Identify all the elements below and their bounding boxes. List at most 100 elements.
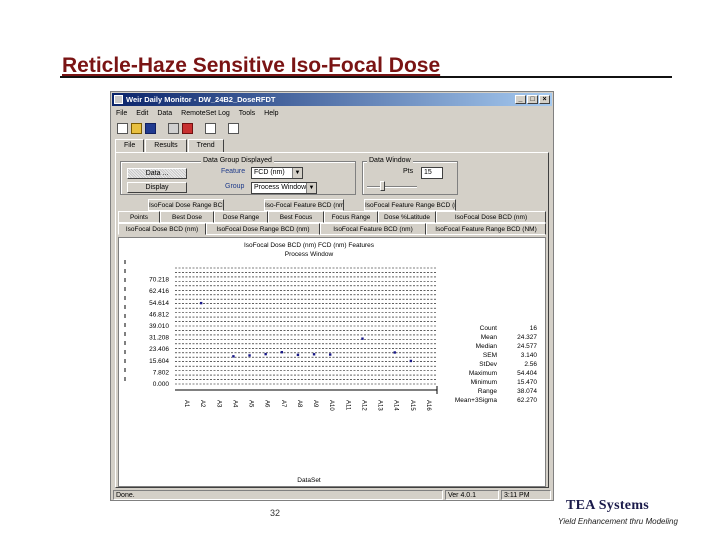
stat-value: 3.140: [521, 352, 538, 359]
data-point: [312, 353, 316, 356]
stat-value: 38.074: [517, 388, 537, 395]
stat-label: Mean+3Sigma: [455, 397, 497, 404]
cut-icon[interactable]: [205, 122, 216, 134]
feature-label: Feature: [221, 168, 246, 175]
x-tick-label: A6: [264, 400, 270, 408]
menu-tools[interactable]: Tools: [239, 108, 255, 119]
status-time: 3:11 PM: [501, 490, 551, 500]
stat-value: 15.470: [517, 379, 537, 386]
stat-value: 24.327: [517, 334, 537, 341]
stat-label: Mean: [481, 334, 498, 341]
subtab-focus-range[interactable]: Focus Range: [324, 211, 378, 223]
data-button[interactable]: Data ...: [127, 168, 187, 179]
app-window: Weir Daily Monitor - DW_24B2_DoseRFDT _ …: [110, 91, 554, 501]
stat-value: 54.404: [517, 370, 537, 377]
stat-label: Maximum: [469, 370, 497, 377]
data-window-slider[interactable]: [367, 186, 417, 188]
stat-value: 2.56: [524, 361, 537, 368]
y-tick-label: 54.614: [149, 300, 169, 307]
maximize-button[interactable]: □: [527, 95, 538, 104]
feature-select[interactable]: FCD (nm) ▼: [251, 167, 303, 179]
data-window-title: Data Window: [367, 157, 413, 165]
window-titlebar[interactable]: Weir Daily Monitor - DW_24B2_DoseRFDT _ …: [112, 93, 552, 106]
menu-bar: File Edit Data RemoteSet Log Tools Help: [113, 108, 551, 119]
y-tick-label: 0.000: [153, 381, 170, 388]
x-tick-label: A8: [296, 400, 302, 408]
x-tick-label: A3: [215, 400, 221, 408]
menu-edit[interactable]: Edit: [136, 108, 148, 119]
subtab-isofocal-dose-bcd-active[interactable]: IsoFocal Dose BCD (nm): [118, 223, 206, 235]
subtab-best-dose[interactable]: Best Dose: [160, 211, 214, 223]
chart-subtitle: Process Window: [285, 251, 334, 258]
company-tagline: Yield Enhancement thru Modeling: [558, 517, 678, 526]
stat-label: SEM: [483, 352, 497, 359]
data-point: [329, 353, 332, 356]
data-point: [199, 301, 203, 305]
app-icon: [114, 95, 123, 104]
data-group-title: Data Group Displayed: [201, 157, 274, 165]
tab-results[interactable]: Results: [145, 139, 187, 152]
menu-help[interactable]: Help: [264, 108, 278, 119]
x-tick-label: A11: [344, 400, 350, 411]
subtab-isofocal-dose-range[interactable]: IsoFocal Dose Range BCD (nm): [148, 199, 224, 211]
points-label: Pts: [403, 168, 414, 175]
status-text: Done.: [113, 490, 443, 500]
subtab-dose-latitude[interactable]: Dose %Latitude: [378, 211, 436, 223]
y-tick-label: 7.802: [153, 369, 170, 376]
stat-label: Range: [478, 388, 498, 395]
data-group-box: Data Group Displayed Data ... Display Fe…: [120, 157, 356, 195]
display-button[interactable]: Display: [127, 182, 187, 193]
print-icon[interactable]: [168, 122, 179, 134]
red-icon[interactable]: [182, 122, 193, 134]
menu-file[interactable]: File: [116, 108, 127, 119]
stat-label: StDev: [479, 361, 497, 368]
trend-panel: Data Group Displayed Data ... Display Fe…: [115, 152, 549, 488]
menu-data[interactable]: Data: [157, 108, 172, 119]
subtab-best-focus[interactable]: Best Focus: [268, 211, 324, 223]
subtab-row-2: Points Best Dose Dose Range Best Focus F…: [118, 211, 546, 223]
help-icon[interactable]: [228, 122, 239, 134]
stat-label: Minimum: [471, 379, 497, 386]
y-tick-label: 39.010: [149, 323, 169, 330]
subtab-points[interactable]: Points: [118, 211, 160, 223]
data-point: [361, 337, 364, 340]
group-select[interactable]: Process Window ▼: [251, 182, 317, 194]
menu-remoteset-log[interactable]: RemoteSet Log: [181, 108, 230, 119]
slide-title: Reticle-Haze Sensitive Iso-Focal Dose: [62, 54, 441, 77]
stat-label: Median: [476, 343, 498, 350]
save-icon[interactable]: [145, 122, 156, 134]
subtab-isofocal-feature-bcd[interactable]: IsoFocal Feature BCD (nm): [320, 223, 426, 235]
subtab-isofocal-feature-range-bcd[interactable]: IsoFocal Feature Range BCD (NM): [426, 223, 546, 235]
tab-file[interactable]: File: [115, 139, 145, 152]
group-value: Process Window: [254, 184, 307, 191]
page-number: 32: [270, 508, 281, 518]
group-label: Group: [225, 183, 245, 190]
open-icon[interactable]: [131, 122, 142, 134]
slider-thumb[interactable]: [380, 181, 385, 191]
chevron-down-icon: ▼: [292, 168, 302, 178]
stat-value: 24.577: [517, 343, 537, 350]
subtab-isofocal-dose-range-bcd[interactable]: IsoFocal Dose Range BCD (nm): [206, 223, 320, 235]
subtab-isofocal-feature-range[interactable]: IsoFocal Feature Range BCD (nm): [364, 199, 456, 211]
y-tick-label: 31.208: [149, 335, 169, 342]
new-icon[interactable]: [117, 122, 128, 134]
points-input[interactable]: 15: [421, 167, 443, 179]
subtab-isofocal-feature[interactable]: Iso-Focal Feature BCD (nm): [264, 199, 344, 211]
x-tick-label: A9: [312, 400, 318, 408]
x-tick-label: A13: [377, 400, 383, 411]
tab-trend[interactable]: Trend: [187, 139, 224, 153]
data-point: [232, 355, 235, 358]
title-underline: [60, 76, 672, 78]
subtab-row-1: IsoFocal Dose Range BCD (nm) Iso-Focal F…: [118, 199, 456, 211]
subtab-isofocal-dose-bcd[interactable]: IsoFocal Dose BCD (nm): [436, 211, 546, 223]
subtab-dose-range[interactable]: Dose Range: [214, 211, 268, 223]
data-window-box: Data Window Pts 15: [362, 157, 458, 195]
minimize-button[interactable]: _: [515, 95, 526, 104]
close-button[interactable]: ×: [539, 95, 550, 104]
x-tick-label: A2: [199, 400, 205, 408]
x-tick-label: A7: [280, 400, 286, 408]
trend-chart: IsoFocal Dose BCD (nm) FCD (nm) Features…: [118, 237, 546, 487]
main-tabs: File Results Trend: [115, 139, 224, 153]
window-title: Weir Daily Monitor - DW_24B2_DoseRFDT: [126, 95, 276, 104]
chevron-down-icon: ▼: [306, 183, 316, 193]
